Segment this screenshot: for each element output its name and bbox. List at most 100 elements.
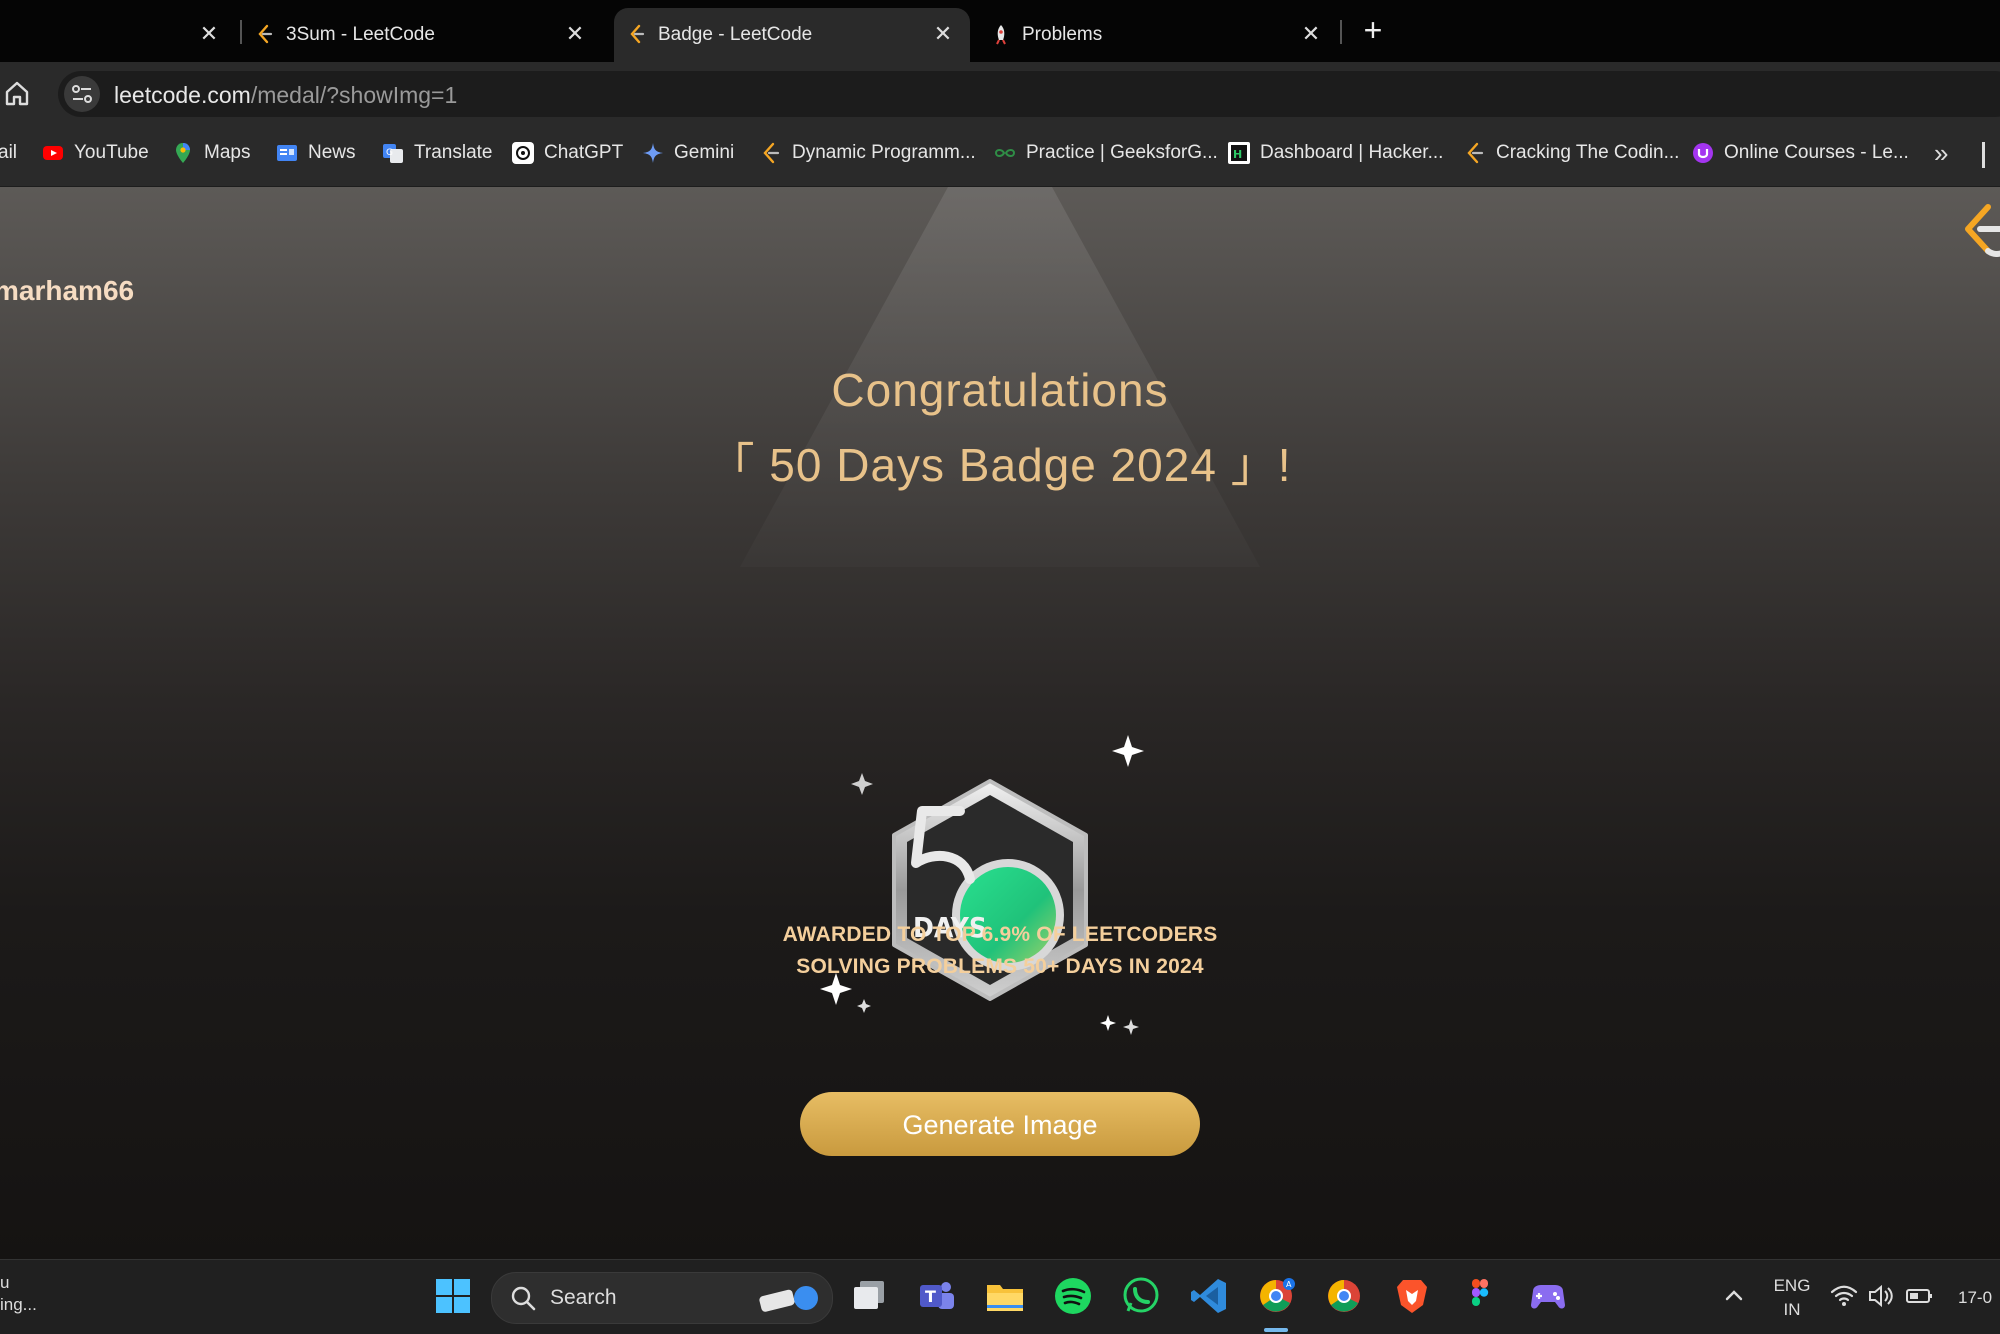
tab-3sum[interactable]: 3Sum - LeetCode ✕: [256, 8, 602, 62]
bookmark-translate[interactable]: G Translate: [382, 142, 493, 164]
tab-close-icon[interactable]: ✕: [562, 21, 588, 47]
home-icon[interactable]: [2, 78, 32, 108]
bookmark-label: Online Courses - Le...: [1724, 142, 1909, 163]
url-text[interactable]: leetcode.com/medal/?showImg=1: [114, 82, 457, 109]
bookmark-label: Maps: [204, 142, 251, 163]
rocket-icon: [996, 25, 1006, 45]
leetcode-logo[interactable]: [1958, 201, 2000, 257]
congratulations-heading: Congratulations: [831, 364, 1169, 416]
sparkle-icon: [851, 773, 873, 795]
search-icon: [511, 1286, 536, 1311]
tab-separator: [1340, 20, 1342, 44]
leetcode-icon: [763, 142, 780, 164]
bookmark-label: Cracking The Codin...: [1496, 142, 1680, 163]
taskbar-status-text[interactable]: u ing...: [0, 1272, 37, 1316]
tab-badge[interactable]: Badge - LeetCode ✕: [614, 8, 970, 62]
maps-icon: [176, 143, 190, 163]
award-description-line2: SOLVING PROBLEMS 50+ DAYS IN 2024: [796, 955, 1204, 978]
gemini-icon: [643, 143, 663, 163]
tab-problems[interactable]: Problems ✕: [992, 8, 1338, 62]
windows-taskbar: u ing... Search T A ENG IN 17-0: [0, 1259, 2000, 1334]
tab-close-icon[interactable]: ✕: [930, 21, 956, 47]
tab-hidden-left[interactable]: ✕: [0, 8, 236, 62]
bookmark-label: ChatGPT: [544, 142, 624, 163]
chevron-up-icon[interactable]: [1713, 1275, 1755, 1317]
translate-icon: G: [383, 144, 403, 163]
tab-close-icon[interactable]: ✕: [196, 21, 222, 47]
file-explorer-icon[interactable]: [984, 1275, 1026, 1317]
vscode-icon[interactable]: [1188, 1275, 1230, 1317]
svg-text:G: G: [386, 148, 393, 158]
bookmarks-divider: [1982, 142, 1985, 168]
tab-title: Problems: [1022, 24, 1103, 45]
search-highlight-icon: [759, 1286, 818, 1312]
bookmark-label: Dynamic Programm...: [792, 142, 976, 163]
whatsapp-icon[interactable]: [1120, 1275, 1162, 1317]
brave-icon[interactable]: [1391, 1275, 1433, 1317]
spotify-icon[interactable]: [1052, 1275, 1094, 1317]
new-tab-button[interactable]: +: [1356, 14, 1390, 48]
bookmark-label: YouTube: [74, 142, 149, 163]
bookmark-label: News: [308, 142, 356, 163]
udemy-icon: [1693, 143, 1713, 163]
game-controller-icon[interactable]: [1527, 1275, 1569, 1317]
figma-icon[interactable]: [1459, 1275, 1501, 1317]
bookmark-cracking-the-coding[interactable]: Cracking The Codin...: [1464, 142, 1679, 164]
bookmark-label: Practice | GeeksforG...: [1026, 142, 1218, 163]
generate-image-button[interactable]: Generate Image: [800, 1092, 1200, 1156]
tab-close-icon[interactable]: ✕: [1298, 21, 1324, 47]
bookmark-label: Dashboard | Hacker...: [1260, 142, 1444, 163]
bookmarks-bar: ail YouTube Maps News G Translate ChatGP…: [0, 126, 2000, 187]
bookmark-gemini[interactable]: Gemini: [642, 142, 734, 164]
leetcode-icon: [258, 24, 273, 44]
taskbar-search-box[interactable]: Search: [491, 1272, 833, 1324]
geeksforgeeks-icon: [994, 149, 1016, 157]
bookmark-label: Translate: [414, 142, 493, 163]
tune-icon: [72, 85, 92, 103]
bookmark-maps[interactable]: Maps: [172, 142, 250, 164]
svg-text:H: H: [1233, 148, 1242, 161]
bookmark-news[interactable]: News: [276, 142, 356, 164]
address-bar[interactable]: leetcode.com/medal/?showImg=1: [58, 71, 2000, 117]
teams-icon[interactable]: T: [916, 1275, 958, 1317]
youtube-icon: [43, 146, 63, 160]
search-label: Search: [550, 1286, 617, 1309]
site-info-button[interactable]: [64, 76, 100, 112]
bookmark-dynamic-programming[interactable]: Dynamic Programm...: [760, 142, 976, 164]
status-line2: ing...: [0, 1295, 37, 1314]
chrome-icon[interactable]: [1323, 1275, 1365, 1317]
volume-icon[interactable]: [1866, 1275, 1896, 1317]
sparkle-icon: [1112, 735, 1144, 767]
bookmark-hackerrank[interactable]: H Dashboard | Hacker...: [1228, 142, 1443, 164]
bookmark-youtube[interactable]: YouTube: [42, 142, 149, 164]
windows-start-icon[interactable]: [432, 1275, 474, 1317]
sparkle-icon: [1100, 1015, 1116, 1031]
task-view-icon[interactable]: [848, 1275, 890, 1317]
svg-text:T: T: [925, 1287, 936, 1306]
language-indicator[interactable]: ENG IN: [1770, 1274, 1814, 1322]
leetcode-icon: [630, 24, 645, 44]
sparkle-icon: [1123, 1019, 1139, 1035]
url-path: /medal/?showImg=1: [250, 82, 458, 108]
clock[interactable]: 17-0: [1958, 1286, 1992, 1310]
browser-toolbar: leetcode.com/medal/?showImg=1: [0, 62, 2000, 126]
hackerrank-icon: H: [1228, 142, 1250, 164]
bookmarks-overflow-button[interactable]: »: [1934, 138, 1948, 169]
bookmark-online-courses[interactable]: Online Courses - Le...: [1692, 142, 1909, 164]
award-description-line1: AWARDED TO TOP 6.9% OF LEETCODERS: [782, 923, 1218, 946]
status-line1: u: [0, 1273, 10, 1292]
bookmark-geeksforgeeks[interactable]: Practice | GeeksforG...: [994, 142, 1218, 164]
tab-separator: [240, 20, 242, 44]
leetcode-icon: [1467, 142, 1484, 164]
username-link[interactable]: marham66: [0, 275, 134, 307]
language-code: ENG: [1773, 1276, 1811, 1295]
tab-title: Badge - LeetCode: [658, 24, 813, 45]
sparkle-icon: [857, 999, 871, 1013]
chrome-profile-icon[interactable]: A: [1255, 1275, 1297, 1317]
badge-name-heading: 「 50 Days Badge 2024 」!: [708, 439, 1292, 491]
bookmark-label: Gemini: [674, 142, 735, 163]
battery-icon[interactable]: [1904, 1275, 1936, 1317]
wifi-icon[interactable]: [1828, 1275, 1860, 1317]
bookmark-chatgpt[interactable]: ChatGPT: [512, 142, 623, 164]
bookmark-gmail[interactable]: ail: [0, 142, 17, 164]
